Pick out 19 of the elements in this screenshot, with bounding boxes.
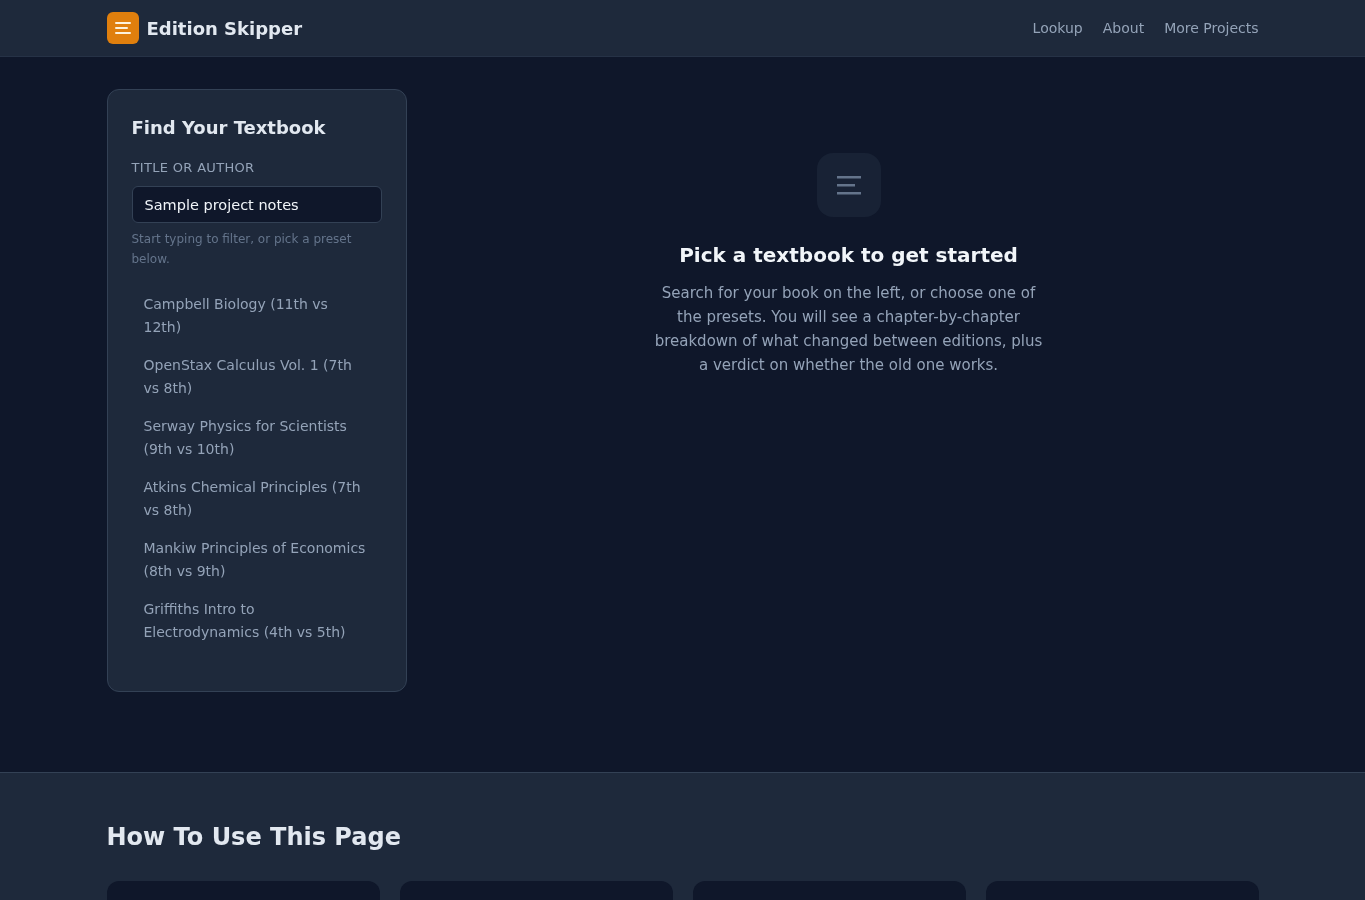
empty-state-title: Pick a textbook to get started: [679, 242, 1018, 269]
nav-link[interactable]: Lookup: [1032, 18, 1083, 38]
search-field[interactable]: Sample project notes: [131, 186, 382, 223]
brand-title: Edition Skipper: [146, 16, 303, 41]
hint-text: Start typing to filter, or pick a preset below.: [131, 231, 353, 268]
preset-item[interactable]: Atkins Chemical Principles (7th vs 8th): [131, 468, 382, 529]
nav-link[interactable]: About: [1102, 18, 1145, 38]
preset-item[interactable]: OpenStax Calculus Vol. 1 (7th vs 8th): [131, 346, 382, 407]
panel-title: Find Your Textbook: [131, 116, 327, 140]
preset-item[interactable]: Serway Physics for Scientists (9th vs 10th): [131, 407, 382, 468]
section-title: How To Use This Page: [106, 822, 402, 853]
preset-item[interactable]: Campbell Biology (11th vs 12th): [131, 285, 382, 346]
nav-link[interactable]: More Projects: [1164, 18, 1259, 38]
lines-icon: [816, 153, 881, 217]
empty-state-text: Search for your book on the left, or choose one of the presets. You will see a chapter-by-chapter breakdown of what changed between editions, plus a verdict on whether the old one works.: [653, 283, 1044, 376]
preset-item[interactable]: Griffiths Intro to Electrodynamics (4th vs 5th): [131, 590, 382, 651]
logo-icon: [106, 12, 139, 44]
field-label: TITLE OR AUTHOR: [131, 159, 256, 177]
preset-item[interactable]: Mankiw Principles of Economics (8th vs 9th): [131, 529, 382, 590]
